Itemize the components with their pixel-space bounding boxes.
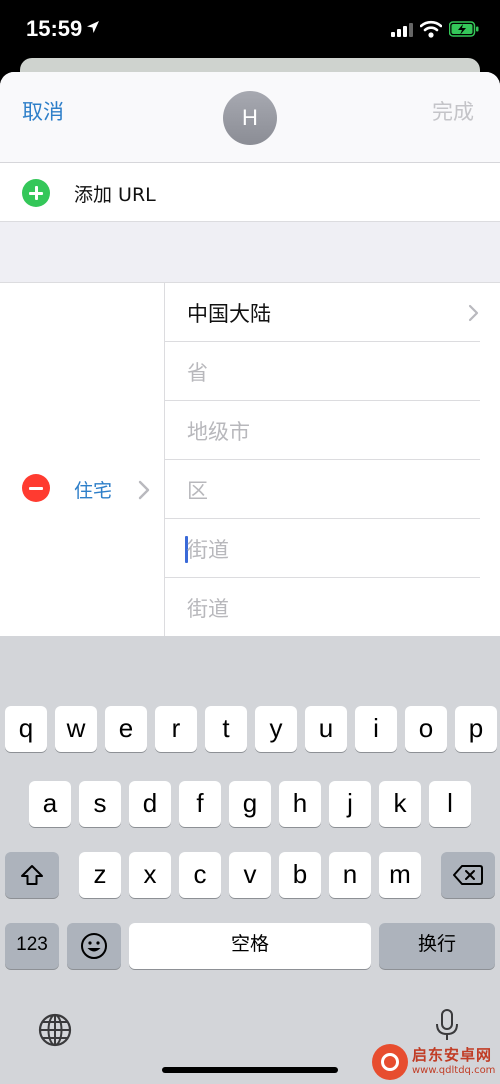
street-placeholder-2: 街道 <box>187 597 229 621</box>
key-t[interactable]: t <box>205 706 247 752</box>
space-key[interactable]: 空格 <box>129 923 371 969</box>
shift-icon <box>21 865 43 885</box>
country-field[interactable]: 中国大陆 <box>165 283 480 342</box>
key-b[interactable]: b <box>279 852 321 898</box>
done-button[interactable]: 完成 <box>432 96 474 126</box>
key-g[interactable]: g <box>229 781 271 827</box>
city-placeholder: 地级市 <box>187 420 250 444</box>
street-placeholder-1: 街道 <box>187 538 229 562</box>
watermark-name: 启东安卓网 <box>412 1046 493 1064</box>
district-field[interactable]: 区 <box>165 460 480 519</box>
delete-key[interactable] <box>441 852 495 898</box>
keyboard: q w e r t y u i o p a s d f g h j k l z … <box>0 636 500 1084</box>
key-e[interactable]: e <box>105 706 147 752</box>
address-block: 住宅 中国大陆 省 地级市 区 街道 街道 <box>0 282 500 643</box>
emoji-key[interactable] <box>67 923 121 969</box>
emoji-icon <box>81 933 107 959</box>
shift-key[interactable] <box>5 852 59 898</box>
key-w[interactable]: w <box>55 706 97 752</box>
nav-bar: 取消 H 完成 <box>0 72 500 163</box>
home-indicator <box>162 1067 338 1073</box>
key-s[interactable]: s <box>79 781 121 827</box>
key-m[interactable]: m <box>379 852 421 898</box>
street-field-2[interactable]: 街道 <box>165 578 480 637</box>
key-i[interactable]: i <box>355 706 397 752</box>
numbers-key[interactable]: 123 <box>5 923 59 969</box>
wifi-icon <box>420 20 442 38</box>
key-c[interactable]: c <box>179 852 221 898</box>
status-bar: 15:59 <box>0 0 500 62</box>
key-h[interactable]: h <box>279 781 321 827</box>
cellular-signal-icon <box>391 23 413 37</box>
return-key[interactable]: 换行 <box>379 923 495 969</box>
add-icon[interactable] <box>22 179 50 207</box>
address-type-label[interactable]: 住宅 <box>74 476 112 503</box>
key-x[interactable]: x <box>129 852 171 898</box>
key-j[interactable]: j <box>329 781 371 827</box>
key-k[interactable]: k <box>379 781 421 827</box>
battery-charging-icon <box>449 21 479 37</box>
key-u[interactable]: u <box>305 706 347 752</box>
country-value: 中国大陆 <box>187 302 271 326</box>
watermark: 启东安卓网 www.qdltdq.com <box>372 1040 500 1084</box>
key-o[interactable]: o <box>405 706 447 752</box>
microphone-icon[interactable] <box>434 1008 460 1042</box>
add-url-label: 添加 URL <box>74 184 156 206</box>
status-time: 15:59 <box>26 16 83 41</box>
globe-icon[interactable] <box>37 1012 73 1048</box>
province-field[interactable]: 省 <box>165 342 480 401</box>
location-arrow-icon <box>87 21 99 33</box>
cancel-button[interactable]: 取消 <box>22 96 64 126</box>
key-q[interactable]: q <box>5 706 47 752</box>
key-a[interactable]: a <box>29 781 71 827</box>
watermark-url: www.qdltdq.com <box>412 1065 496 1076</box>
watermark-logo-icon <box>372 1044 408 1080</box>
key-f[interactable]: f <box>179 781 221 827</box>
add-url-row[interactable]: 添加 URL <box>0 163 500 222</box>
key-d[interactable]: d <box>129 781 171 827</box>
district-placeholder: 区 <box>187 479 208 503</box>
remove-icon[interactable] <box>22 474 50 502</box>
street-field-1[interactable]: 街道 <box>165 519 480 578</box>
key-v[interactable]: v <box>229 852 271 898</box>
chevron-right-icon <box>468 304 479 322</box>
chevron-right-icon[interactable] <box>138 480 150 500</box>
key-p[interactable]: p <box>455 706 497 752</box>
key-n[interactable]: n <box>329 852 371 898</box>
key-r[interactable]: r <box>155 706 197 752</box>
key-z[interactable]: z <box>79 852 121 898</box>
delete-icon <box>453 865 483 885</box>
key-y[interactable]: y <box>255 706 297 752</box>
city-field[interactable]: 地级市 <box>165 401 480 460</box>
key-l[interactable]: l <box>429 781 471 827</box>
avatar[interactable]: H <box>223 91 277 145</box>
province-placeholder: 省 <box>187 361 208 385</box>
